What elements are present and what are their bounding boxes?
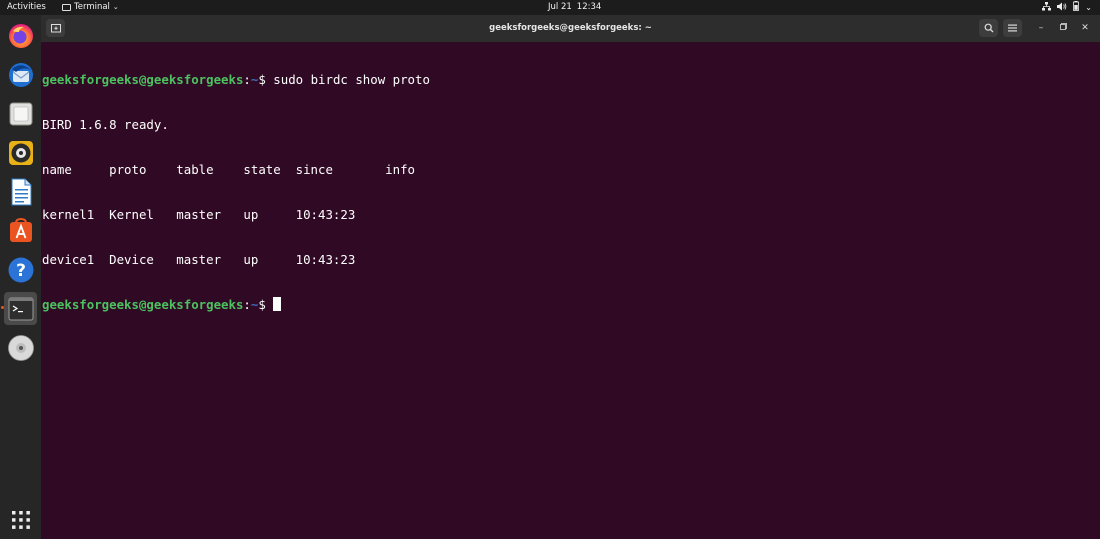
dock-item-thunderbird[interactable]: [4, 58, 37, 91]
volume-icon: [1057, 2, 1067, 13]
terminal-icon: [8, 297, 33, 320]
dock-item-show-apps[interactable]: [4, 503, 37, 536]
dock-item-firefox[interactable]: [4, 19, 37, 52]
top-panel: Activities Terminal ⌄ Jul 21 12:34 ⌄: [0, 0, 1100, 15]
prompt-symbol: $: [258, 297, 274, 312]
chevron-down-icon: ⌄: [112, 3, 119, 11]
prompt-colon: :: [243, 297, 251, 312]
table-row: device1 Device master up 10:43:23: [42, 252, 356, 267]
battery-icon: [1073, 1, 1080, 13]
dock-item-help[interactable]: ?: [4, 253, 37, 286]
search-button[interactable]: [979, 19, 998, 37]
svg-text:?: ?: [16, 261, 26, 281]
dock-item-dvd[interactable]: [4, 331, 37, 364]
app-menu[interactable]: Terminal ⌄: [62, 2, 119, 12]
dock-item-terminal[interactable]: [4, 292, 37, 325]
command-text: sudo birdc show proto: [273, 72, 430, 87]
table-header: name proto table state since info: [42, 162, 415, 177]
prompt-line[interactable]: geeksforgeeks@geeksforgeeks:~$: [42, 297, 1100, 312]
output-line: BIRD 1.6.8 ready.: [42, 117, 169, 132]
window-title: geeksforgeeks@geeksforgeeks: ~: [489, 23, 652, 33]
show-apps-icon: [11, 510, 30, 529]
restore-icon: [1059, 23, 1067, 30]
dock-item-software[interactable]: [4, 214, 37, 247]
help-icon: ?: [8, 257, 33, 282]
dock: ?: [0, 15, 41, 539]
prompt-symbol: $: [258, 72, 274, 87]
thunderbird-icon: [8, 62, 33, 87]
dock-item-rhythmbox[interactable]: [4, 136, 37, 169]
terminal-output[interactable]: geeksforgeeks@geeksforgeeks:~$ sudo bird…: [42, 42, 1100, 539]
files-icon: [9, 102, 32, 125]
minimize-button[interactable]: –: [1034, 22, 1048, 35]
clock-date: Jul 21: [548, 2, 572, 12]
prompt-user: geeksforgeeks@geeksforgeeks: [42, 297, 244, 312]
clock[interactable]: Jul 21 12:34: [548, 2, 601, 12]
dock-item-writer[interactable]: [4, 175, 37, 208]
prompt-user: geeksforgeeks@geeksforgeeks: [42, 72, 244, 87]
maximize-button[interactable]: [1056, 22, 1070, 35]
dock-item-files[interactable]: [4, 97, 37, 130]
minimize-icon: –: [1038, 23, 1044, 33]
app-menu-label: Terminal: [74, 2, 110, 12]
system-tray[interactable]: ⌄: [1042, 1, 1092, 13]
window-titlebar[interactable]: geeksforgeeks@geeksforgeeks: ~ – ✕: [41, 15, 1100, 43]
close-button[interactable]: ✕: [1078, 22, 1092, 35]
hamburger-menu-icon: [1008, 24, 1017, 32]
menu-button[interactable]: [1003, 19, 1022, 37]
prompt-colon: :: [243, 72, 251, 87]
close-icon: ✕: [1081, 23, 1089, 33]
text-cursor: [273, 297, 281, 311]
rhythmbox-icon: [8, 140, 33, 165]
table-row: kernel1 Kernel master up 10:43:23: [42, 207, 356, 222]
running-indicator: [1, 306, 4, 309]
libreoffice-writer-icon: [11, 178, 31, 205]
terminal-mini-icon: [62, 3, 71, 11]
activities-button[interactable]: Activities: [7, 2, 46, 12]
firefox-icon: [8, 23, 33, 48]
clock-time: 12:34: [576, 2, 602, 12]
network-icon: [1042, 1, 1052, 13]
dvd-icon: [7, 334, 34, 361]
command-line: geeksforgeeks@geeksforgeeks:~$ sudo bird…: [42, 72, 1100, 87]
chevron-down-icon: ⌄: [1085, 2, 1092, 12]
ubuntu-software-icon: [9, 217, 32, 242]
search-icon: [984, 23, 993, 33]
